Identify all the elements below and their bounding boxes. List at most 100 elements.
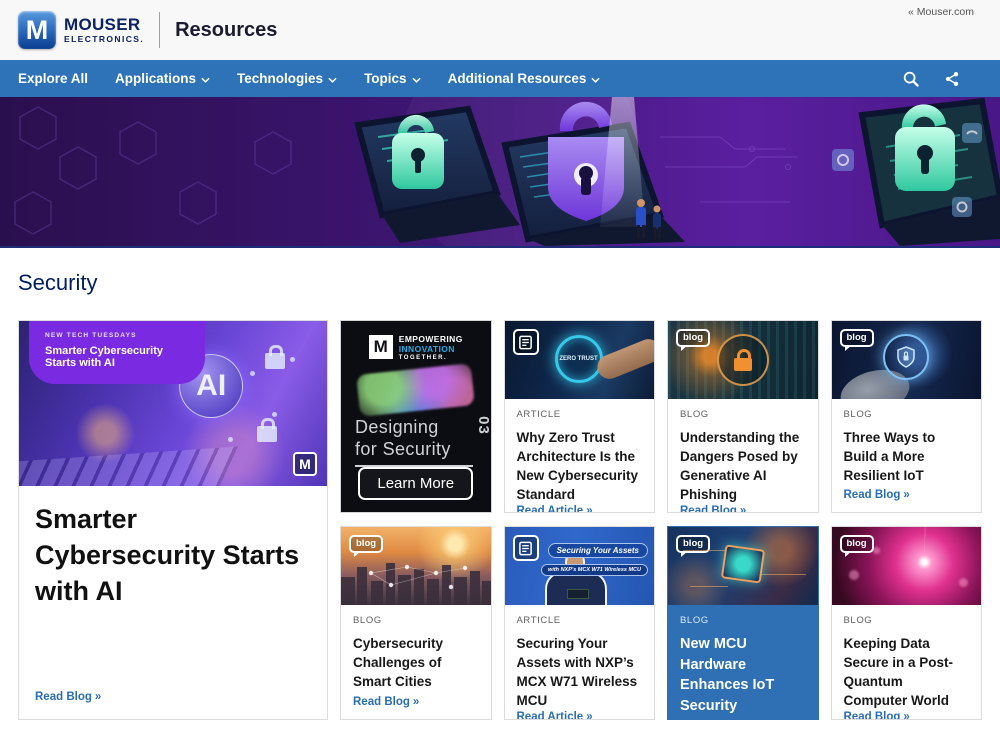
bokeh-dot xyxy=(959,578,968,587)
read-blog-link[interactable]: Read Blog» xyxy=(353,696,479,708)
read-blog-link[interactable]: Read Blog» xyxy=(844,489,970,501)
read-article-link[interactable]: Read Article» xyxy=(517,711,643,720)
shield-icon xyxy=(896,346,916,368)
card-title: Securing Your Assets with NXP’s MCX W71 … xyxy=(517,634,643,711)
article-icon xyxy=(513,329,539,355)
link-label: Read Article xyxy=(517,711,584,720)
nav-item-topics[interactable]: Topics xyxy=(364,71,421,86)
section-title: Security xyxy=(18,270,982,296)
link-label: Read Article xyxy=(517,505,584,513)
bokeh-dot xyxy=(873,547,880,554)
header-divider xyxy=(159,12,160,48)
security-section: Security xyxy=(0,248,1000,296)
keyboard-graphic xyxy=(19,447,238,486)
content-type-label: BLOG xyxy=(844,615,970,626)
content-type-label: BLOG xyxy=(353,615,479,626)
featured-overlay: NEW TECH TUESDAYS Smarter Cybersecurity … xyxy=(29,321,205,384)
double-arrow-icon: » xyxy=(740,505,746,513)
card-body: BLOG Keeping Data Secure in a Post-Quant… xyxy=(832,605,982,720)
back-to-mouser-link[interactable]: « Mouser.com xyxy=(908,6,974,18)
nav-item-explore-all[interactable]: Explore All xyxy=(18,71,88,86)
promo-title: Designing for Security xyxy=(349,417,451,460)
card-post-quantum[interactable]: blog BLOG Keeping Data Secure in a Post-… xyxy=(831,526,983,720)
chevron-down-icon xyxy=(201,77,210,83)
nav-icons xyxy=(902,70,982,88)
blog-icon: blog xyxy=(840,329,874,347)
double-arrow-icon: » xyxy=(413,696,419,708)
card-smart-cities[interactable]: blog BLOG Cybersecurity Challenges of Sm… xyxy=(340,526,492,720)
content-type-label: BLOG xyxy=(844,409,970,420)
card-image: blog xyxy=(832,321,982,399)
featured-card-smarter-cybersecurity[interactable]: AI NEW TECH TUESDAYS Smarter Cybersecuri… xyxy=(18,320,328,720)
search-icon[interactable] xyxy=(902,70,920,88)
card-title: Why Zero Trust Architecture Is the New C… xyxy=(517,428,643,505)
promo-card-designing-for-security[interactable]: M EMPOWERING INNOVATION TOGETHER. Design… xyxy=(340,320,492,513)
nav-label: Applications xyxy=(115,71,196,86)
learn-more-button[interactable]: Learn More xyxy=(358,467,473,500)
link-label: Read Blog xyxy=(844,489,901,501)
card-new-mcu-hardware[interactable]: blog BLOG New MCU Hardware Enhances IoT … xyxy=(667,526,819,720)
tagline-line: TOGETHER. xyxy=(399,355,463,362)
read-blog-link[interactable]: Read Blog» xyxy=(680,505,806,513)
link-label: Read Blog xyxy=(844,711,901,720)
resource-grid: AI NEW TECH TUESDAYS Smarter Cybersecuri… xyxy=(18,320,982,720)
card-image: blog xyxy=(668,321,818,399)
mouser-m-badge: M xyxy=(293,452,317,476)
chevron-down-icon xyxy=(591,77,600,83)
brand-name: MOUSER xyxy=(64,16,144,33)
featured-eyebrow: NEW TECH TUESDAYS xyxy=(45,332,189,339)
blog-icon-label: blog xyxy=(683,538,703,549)
link-label: Read Blog xyxy=(680,505,737,513)
padlock-icon xyxy=(265,353,285,369)
card-body: BLOG Cybersecurity Challenges of Smart C… xyxy=(341,605,491,719)
network-dot xyxy=(228,437,233,442)
brand-subname: ELECTRONICS. xyxy=(64,35,144,44)
nav-item-additional-resources[interactable]: Additional Resources xyxy=(448,71,601,86)
featured-title: Smarter Cybersecurity Starts with AI xyxy=(35,502,311,610)
double-arrow-icon: » xyxy=(586,711,592,720)
nav-label: Topics xyxy=(364,71,407,86)
video-title-ribbon: Securing Your Assets xyxy=(548,543,648,558)
card-zero-trust[interactable]: ZERO TRUST ARTICLE Why Zero Trust Archit… xyxy=(504,320,656,513)
featured-overlay-title: Smarter Cybersecurity Starts with AI xyxy=(45,345,189,369)
network-dot xyxy=(290,357,295,362)
read-blog-link[interactable]: Read Blog» xyxy=(844,711,970,720)
padlock-ring-graphic xyxy=(717,334,769,386)
card-body: BLOG Understanding the Dangers Posed by … xyxy=(668,399,818,513)
card-nxp-mcx-w71[interactable]: Securing Your Assets with NXP's MCX W71 … xyxy=(504,526,656,720)
promo-title-line1: Designing xyxy=(355,417,451,439)
mouser-brand-text: MOUSER ELECTRONICS. xyxy=(64,16,144,44)
mcu-chip-graphic xyxy=(721,545,765,584)
featured-card-image: AI NEW TECH TUESDAYS Smarter Cybersecuri… xyxy=(19,321,327,486)
card-image: Securing Your Assets with NXP's MCX W71 … xyxy=(505,527,655,605)
video-subtitle-ribbon: with NXP's MCX W71 Wireless MCU xyxy=(541,564,648,576)
content-type-label: BLOG xyxy=(680,615,806,626)
content-type-label: ARTICLE xyxy=(517,615,643,626)
nav-item-technologies[interactable]: Technologies xyxy=(237,71,337,86)
card-title: Cybersecurity Challenges of Smart Cities xyxy=(353,634,479,691)
read-article-link[interactable]: Read Article» xyxy=(517,505,643,513)
share-icon[interactable] xyxy=(944,71,960,87)
read-blog-link[interactable]: Read Blog» xyxy=(35,691,311,703)
episode-number: 03 xyxy=(475,416,492,435)
link-label: Read Blog xyxy=(35,691,92,703)
network-dot xyxy=(250,371,255,376)
card-generative-ai-phishing[interactable]: blog BLOG Understanding the Dangers Pose… xyxy=(667,320,819,513)
mouser-logo[interactable]: M MOUSER ELECTRONICS. xyxy=(18,11,144,49)
network-dot xyxy=(272,412,277,417)
double-arrow-icon: » xyxy=(903,489,909,501)
card-body: BLOG New MCU Hardware Enhances IoT Secur… xyxy=(668,605,818,720)
nav-item-applications[interactable]: Applications xyxy=(115,71,210,86)
content-type-label: BLOG xyxy=(680,409,806,420)
card-resilient-iot[interactable]: blog BLOG Three Ways to Build a More Res… xyxy=(831,320,983,513)
eit-logo: M EMPOWERING INNOVATION TOGETHER. xyxy=(369,335,463,361)
nav-label: Explore All xyxy=(18,71,88,86)
circuit-trace xyxy=(683,550,728,551)
card-title: New MCU Hardware Enhances IoT Security xyxy=(680,634,806,716)
promo-title-line2: for Security xyxy=(355,439,451,461)
padlock-icon xyxy=(257,426,277,442)
card-image: blog xyxy=(341,527,491,605)
content-type-label: ARTICLE xyxy=(517,409,643,420)
city-skyline-graphic xyxy=(341,559,491,605)
card-body: ARTICLE Why Zero Trust Architecture Is t… xyxy=(505,399,655,513)
